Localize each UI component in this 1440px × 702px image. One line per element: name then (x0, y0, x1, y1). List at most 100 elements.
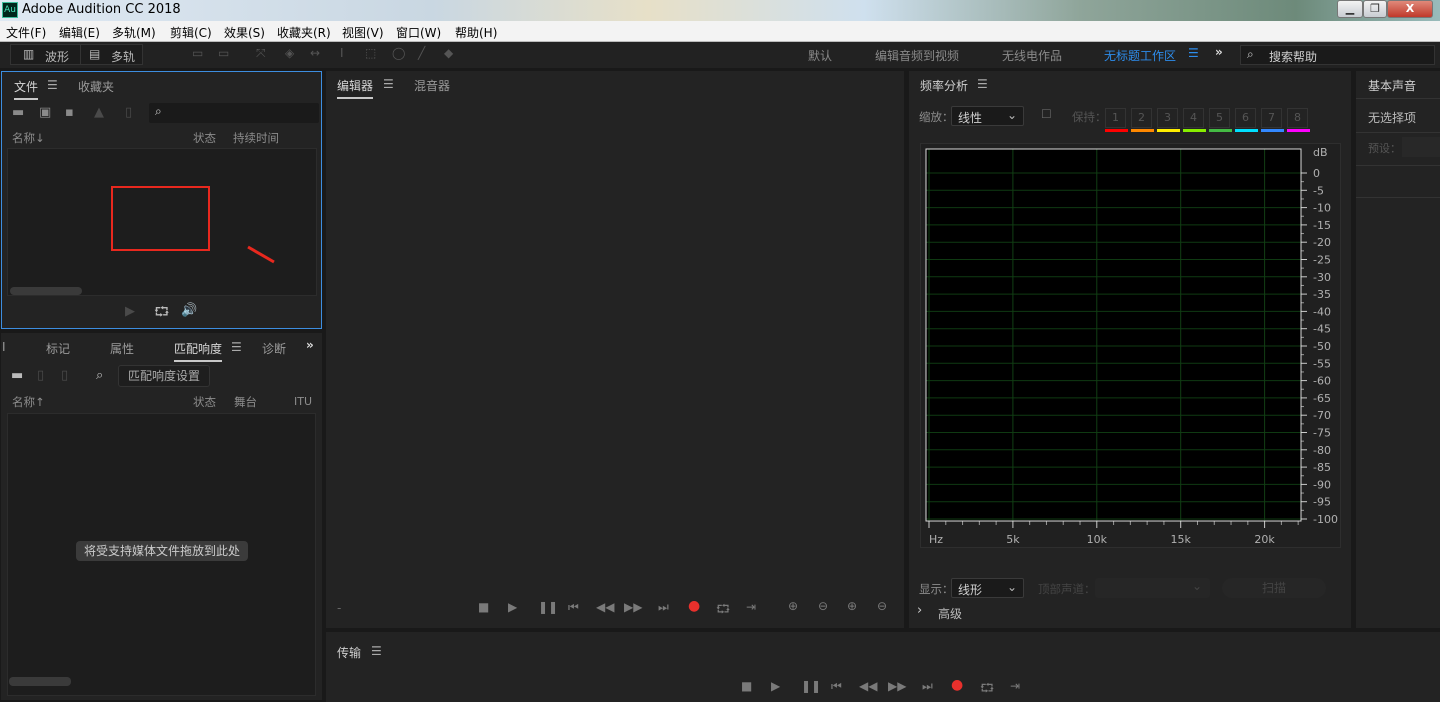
panel-menu-icon[interactable]: ☰ (371, 644, 382, 658)
tab-properties[interactable]: 属性 (110, 340, 134, 357)
column-name[interactable]: 名称↓ (12, 130, 45, 146)
pitch-display-icon[interactable]: ▭ (218, 46, 229, 60)
menu-effects[interactable]: 效果(S) (224, 24, 265, 41)
close-button[interactable]: X (1387, 0, 1433, 18)
clear-all-icon[interactable]: ▯ (61, 368, 68, 383)
zoom-in-amplitude-icon[interactable]: ⊕ (788, 599, 798, 613)
skip-to-end-icon[interactable]: ⏭ (658, 600, 669, 615)
tab-match-loudness[interactable]: 匹配响度 (174, 340, 223, 362)
display-select[interactable]: 线形 ⌄ (951, 578, 1024, 598)
loop-icon[interactable]: ⮔ (716, 600, 730, 621)
play-icon[interactable]: ▶ (771, 679, 780, 693)
menu-help[interactable]: 帮助(H) (455, 24, 497, 41)
marquee-tool-icon[interactable]: ⬚ (365, 46, 376, 60)
restore-button[interactable]: ❐ (1363, 0, 1387, 18)
stop-icon[interactable]: ■ (741, 679, 752, 693)
tab-editor[interactable]: 编辑器 (337, 77, 374, 99)
hold-button-6[interactable]: 6 (1235, 108, 1256, 128)
zoom-out-time-icon[interactable]: ⊖ (877, 599, 887, 613)
move-tool-icon[interactable]: ⤧ (256, 46, 266, 61)
menu-file[interactable]: 文件(F) (6, 24, 46, 41)
files-search-input[interactable]: ⌕ (149, 103, 319, 123)
zoom-out-amplitude-icon[interactable]: ⊖ (818, 599, 828, 613)
advanced-section[interactable]: 高级 (938, 605, 962, 622)
more-workspaces-button[interactable]: » (1215, 45, 1223, 59)
menu-view[interactable]: 视图(V) (342, 24, 384, 41)
hold-button-7[interactable]: 7 (1261, 108, 1282, 128)
tab-mixer[interactable]: 混音器 (414, 77, 450, 94)
match-loudness-settings-button[interactable]: 匹配响度设置 (118, 365, 210, 387)
menu-favorites[interactable]: 收藏夹(R) (277, 24, 331, 41)
minimize-button[interactable]: ▁ (1337, 0, 1363, 18)
loop-icon[interactable]: ⮔ (980, 679, 994, 700)
workspace-menu-icon[interactable]: ☰ (1188, 46, 1199, 60)
loudness-list[interactable]: 将受支持媒体文件拖放到此处 (7, 413, 316, 696)
horizontal-scrollbar[interactable] (9, 677, 71, 686)
slip-tool-icon[interactable]: ↔ (310, 46, 320, 60)
scale-select[interactable]: 线性 ⌄ (951, 106, 1024, 126)
column-stage[interactable]: 舞台 (234, 394, 257, 410)
play-icon[interactable]: ▶ (508, 600, 517, 614)
horizontal-scrollbar[interactable] (10, 287, 82, 295)
play-icon[interactable]: ▶ (125, 304, 135, 319)
open-folder-icon[interactable]: ▬ (11, 368, 23, 383)
auto-play-icon[interactable]: 🔊 (181, 303, 197, 318)
pause-icon[interactable]: ❚❚ (538, 600, 558, 614)
channel-select[interactable]: ⌄ (1095, 578, 1210, 598)
brush-tool-icon[interactable]: ╱ (418, 46, 425, 60)
skip-to-end-icon[interactable]: ⏭ (922, 679, 933, 694)
column-name[interactable]: 名称↑ (12, 394, 45, 410)
column-itu[interactable]: ITU (294, 395, 312, 408)
multitrack-button[interactable]: ▤ 多轨 (80, 44, 143, 65)
column-duration[interactable]: 持续时间 (233, 130, 279, 146)
scan-loudness-icon[interactable]: ⌕ (96, 368, 103, 383)
tab-favorites[interactable]: 收藏夹 (78, 78, 114, 95)
panel-menu-icon[interactable]: ☰ (977, 77, 988, 91)
menu-clip[interactable]: 剪辑(C) (170, 24, 212, 41)
workspace-default[interactable]: 默认 (808, 47, 832, 64)
import-file-icon[interactable]: ▣ (39, 105, 51, 120)
open-file-icon[interactable]: ▬ (12, 105, 24, 120)
new-file-icon[interactable]: ▪ (65, 105, 74, 120)
zoom-in-time-icon[interactable]: ⊕ (847, 599, 857, 613)
menu-window[interactable]: 窗口(W) (396, 24, 441, 41)
tab-markers[interactable]: 标记 (46, 340, 70, 357)
pause-icon[interactable]: ❚❚ (801, 679, 821, 693)
column-status[interactable]: 状态 (193, 394, 216, 410)
chevron-right-icon[interactable]: › (917, 603, 922, 618)
skip-to-start-icon[interactable]: ⏮ (568, 600, 579, 615)
loop-icon[interactable]: ⮔ (154, 303, 169, 325)
tab-files[interactable]: 文件 (14, 78, 39, 100)
lasso-tool-icon[interactable]: ◯ (392, 46, 405, 60)
insert-into-multitrack-icon[interactable]: ▲ (94, 105, 104, 120)
fast-forward-icon[interactable]: ▶▶ (624, 600, 642, 614)
rewind-icon[interactable]: ◀◀ (859, 679, 877, 693)
delete-icon[interactable]: ▯ (37, 368, 44, 383)
menu-multitrack[interactable]: 多轨(M) (112, 24, 156, 41)
hold-button-3[interactable]: 3 (1157, 108, 1178, 128)
scan-button[interactable]: 扫描 (1222, 578, 1326, 598)
stop-icon[interactable]: ■ (478, 600, 489, 614)
search-help-input[interactable]: ⌕ 搜索帮助 (1240, 45, 1435, 65)
hold-button-5[interactable]: 5 (1209, 108, 1230, 128)
time-selection-tool-icon[interactable]: I (340, 46, 344, 60)
skip-to-start-icon[interactable]: ⏮ (831, 679, 842, 694)
rewind-icon[interactable]: ◀◀ (596, 600, 614, 614)
lock-checkbox[interactable]: ☐ (1041, 107, 1052, 121)
hold-button-1[interactable]: 1 (1105, 108, 1126, 128)
menu-edit[interactable]: 编辑(E) (59, 24, 100, 41)
record-icon[interactable]: ● (688, 598, 700, 614)
razor-tool-icon[interactable]: ◈ (285, 46, 294, 60)
hold-button-8[interactable]: 8 (1287, 108, 1308, 128)
delete-icon[interactable]: ▯ (125, 105, 132, 120)
spectral-display-icon[interactable]: ▭ (192, 46, 203, 60)
preset-select[interactable] (1402, 137, 1440, 157)
tab-diagnostics[interactable]: 诊断 (262, 340, 286, 357)
fast-forward-icon[interactable]: ▶▶ (888, 679, 906, 693)
hold-button-4[interactable]: 4 (1183, 108, 1204, 128)
column-status[interactable]: 状态 (193, 130, 216, 146)
workspace-untitled[interactable]: 无标题工作区 (1104, 47, 1176, 64)
hold-button-2[interactable]: 2 (1131, 108, 1152, 128)
spot-healing-tool-icon[interactable]: ◆ (444, 46, 453, 60)
panel-menu-icon[interactable]: ☰ (383, 77, 394, 91)
